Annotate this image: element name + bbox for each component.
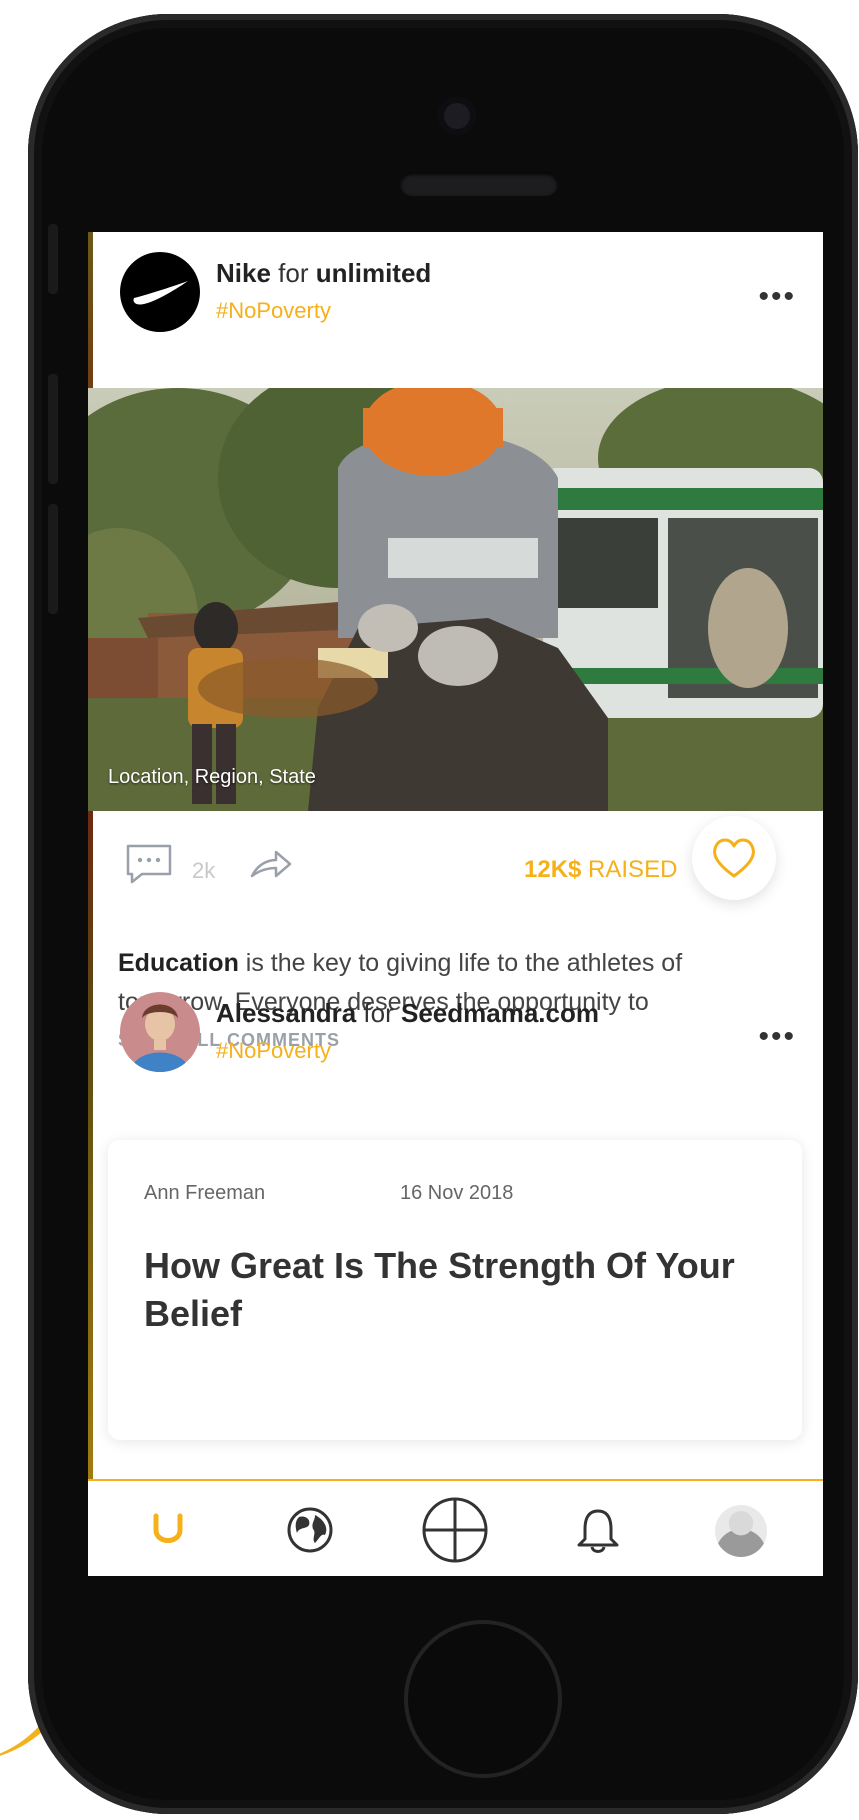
- post-author[interactable]: Nike: [216, 258, 271, 288]
- article-card[interactable]: Ann Freeman 16 Nov 2018 How Great Is The…: [108, 1140, 802, 1440]
- post-actions: 2k 12K$ RAISED: [88, 814, 823, 934]
- raised-value: 12K$: [524, 856, 582, 883]
- article-author: Ann Freeman: [144, 1182, 266, 1204]
- raised-label: RAISED: [588, 856, 678, 883]
- post-organization[interactable]: unlimited: [316, 258, 432, 288]
- app-screen: Nike for unlimited #NoPoverty ••• Locati…: [88, 232, 823, 1576]
- post-hashtag[interactable]: #NoPoverty: [216, 298, 331, 324]
- nav-profile[interactable]: [688, 1481, 788, 1576]
- more-dots-icon[interactable]: •••: [758, 282, 796, 312]
- post-header: Nike for unlimited #NoPoverty •••: [120, 252, 800, 342]
- for-word: for: [278, 258, 309, 288]
- bell-icon: [577, 1509, 619, 1553]
- avatar: [715, 1505, 767, 1557]
- location-label: Location, Region, State: [108, 766, 316, 788]
- plus-circle-icon: [422, 1497, 488, 1562]
- more-dots-icon[interactable]: •••: [758, 1022, 796, 1052]
- raised-amount: 12K$ RAISED: [524, 856, 677, 884]
- post-hashtag[interactable]: #NoPoverty: [216, 1038, 331, 1064]
- for-word: for: [363, 998, 394, 1028]
- post-author[interactable]: Alessandra: [216, 998, 356, 1028]
- post-image[interactable]: Location, Region, State: [88, 388, 823, 811]
- nike-swoosh-icon: [133, 281, 188, 305]
- comment-count: 2k: [192, 858, 216, 883]
- unlimited-logo-icon: [153, 1513, 183, 1543]
- phone-volume-down: [48, 504, 58, 614]
- bottom-nav: [88, 1479, 823, 1576]
- post-organization[interactable]: Seedmama.com: [401, 998, 599, 1028]
- nav-notifications[interactable]: [548, 1481, 648, 1576]
- article-title: How Great Is The Strength Of Your Belief: [144, 1245, 735, 1334]
- globe-icon: [287, 1507, 333, 1552]
- share-icon[interactable]: [248, 844, 294, 889]
- phone-home-button[interactable]: [404, 1620, 562, 1778]
- nav-explore[interactable]: [260, 1481, 360, 1576]
- phone-mute-switch: [48, 224, 58, 294]
- post-header: Alessandra for Seedmama.com #NoPoverty •…: [120, 992, 800, 1082]
- phone-camera: [438, 97, 476, 135]
- user-avatar[interactable]: [120, 992, 200, 1072]
- nav-create[interactable]: [405, 1481, 505, 1576]
- post-author-line: Alessandra for Seedmama.com: [216, 998, 599, 1029]
- heart-icon: [713, 838, 755, 878]
- phone-volume-up: [48, 374, 58, 484]
- volunteer-photo: [88, 388, 823, 811]
- comment-icon[interactable]: [124, 842, 174, 891]
- post-author-line: Nike for unlimited: [216, 258, 431, 289]
- article-date: 16 Nov 2018: [400, 1182, 514, 1204]
- like-button[interactable]: [692, 816, 776, 900]
- phone-speaker: [400, 172, 558, 196]
- brand-avatar[interactable]: [120, 252, 200, 332]
- caption-bold: Education: [118, 949, 239, 977]
- nav-home[interactable]: [118, 1481, 218, 1576]
